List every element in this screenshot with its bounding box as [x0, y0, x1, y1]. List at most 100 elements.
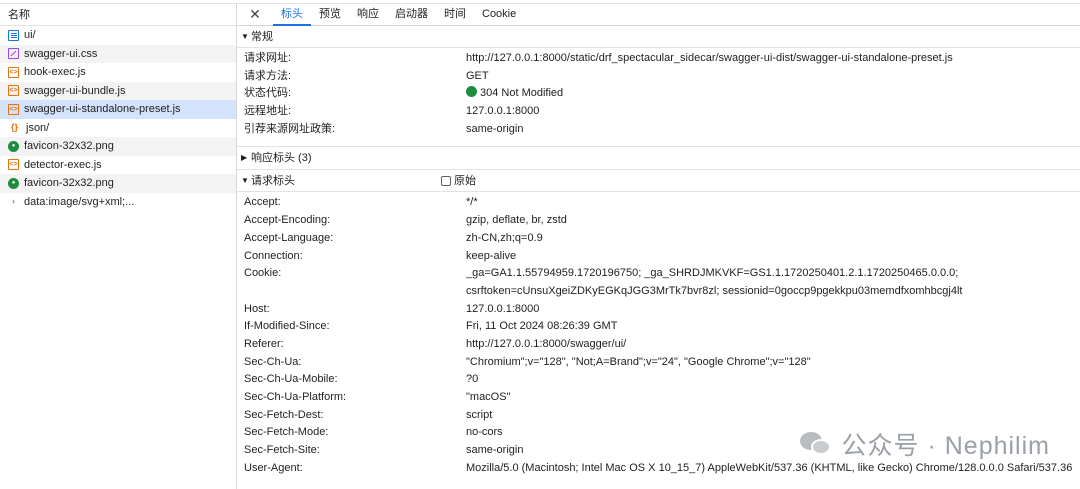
request-headers-section-header[interactable]: ▼ 请求标头 原始	[237, 170, 1080, 193]
request-item[interactable]: <> swagger-ui-bundle.js	[0, 81, 236, 100]
header-key: Sec-Ch-Ua-Mobile:	[244, 373, 338, 386]
header-row: Sec-Ch-Ua-Platform: "macOS"	[237, 389, 1080, 407]
header-value: "macOS"	[466, 391, 511, 404]
header-value: ?0	[466, 373, 479, 386]
request-detail-pane: ✕ 标头 预览 响应 启动器 时间 Cookie ▼ 常规 请求网址: http…	[237, 4, 1080, 489]
header-key: 远程地址:	[244, 105, 292, 118]
header-value: 127.0.0.1:8000	[466, 302, 540, 315]
header-key: Accept-Language:	[244, 231, 334, 244]
header-key: 请求方法:	[244, 69, 292, 82]
checkbox-icon[interactable]	[441, 175, 451, 186]
js-file-icon: <>	[8, 103, 19, 115]
header-key: 请求网址:	[244, 52, 292, 64]
tab-timing[interactable]: 时间	[436, 4, 474, 25]
header-value: http://127.0.0.1:8000/static/drf_spectac…	[466, 52, 953, 64]
header-key: Sec-Ch-Ua-Platform:	[244, 391, 347, 404]
header-value: script	[466, 408, 493, 421]
header-key: Sec-Fetch-Mode:	[244, 426, 329, 439]
header-value: GET	[466, 69, 489, 82]
header-row: Accept: */*	[237, 194, 1080, 212]
header-key: User-Agent:	[244, 461, 303, 474]
header-key: Accept-Encoding:	[244, 214, 331, 227]
general-section-header[interactable]: ▼ 常规	[237, 26, 1080, 48]
header-row: User-Agent: Mozilla/5.0 (Macintosh; Intel…	[237, 460, 1080, 478]
request-item[interactable]: swagger-ui.css	[0, 44, 236, 63]
request-item[interactable]: › data:image/svg+xml;...	[0, 193, 236, 212]
request-item-label: favicon-32x32.png	[24, 140, 114, 152]
status-value: 304 Not Modified	[466, 85, 1080, 103]
css-file-icon	[8, 48, 19, 60]
tab-response[interactable]: 响应	[349, 4, 387, 25]
tab-headers[interactable]: 标头	[273, 4, 311, 26]
header-row: 状态代码: 304 Not Modified	[237, 85, 1080, 103]
response-headers-section-header[interactable]: ▶ 响应标头 (3)	[237, 146, 1080, 171]
header-key: Sec-Ch-Ua:	[244, 355, 302, 368]
header-key: Host:	[244, 302, 270, 315]
section-title: 请求标头	[251, 174, 295, 187]
header-row: 远程地址: 127.0.0.1:8000	[237, 103, 1080, 121]
request-list: 名称 ui/ swagger-ui.css <> hook-exec.js <>…	[0, 4, 237, 489]
json-file-icon: {}	[10, 122, 18, 133]
header-row: Host: 127.0.0.1:8000	[237, 301, 1080, 319]
header-key: Cookie:	[244, 267, 282, 280]
triangle-down-icon: ▼	[241, 175, 249, 185]
header-row: Sec-Ch-Ua-Mobile: ?0	[237, 371, 1080, 389]
header-key: Sec-Fetch-Site:	[244, 444, 320, 457]
header-key: If-Modified-Since:	[244, 320, 330, 333]
watermark: 公众号 · Nephilim	[799, 426, 1050, 462]
watermark-text: 公众号 · Nephilim	[841, 432, 1050, 460]
request-item-label: detector-exec.js	[24, 158, 102, 171]
request-item-label: favicon-32x32.png	[24, 177, 114, 189]
header-value: 127.0.0.1:8000	[466, 105, 540, 118]
request-item[interactable]: ● favicon-32x32.png	[0, 174, 236, 193]
request-item-selected[interactable]: <> swagger-ui-standalone-preset.js	[0, 100, 236, 119]
header-value: _ga=GA1.1.55794959.1720196750; _ga_SHRDJ…	[466, 267, 963, 297]
header-row: Accept-Language: zh-CN,zh;q=0.9	[237, 230, 1080, 248]
header-row: 引荐来源网址政策: same-origin	[237, 121, 1080, 139]
tab-initiator[interactable]: 启动器	[387, 4, 436, 25]
header-row: Sec-Fetch-Dest: script	[237, 407, 1080, 425]
header-row: Sec-Ch-Ua: "Chromium";v="128", "Not;A=Bra…	[237, 354, 1080, 372]
status-ok-icon	[466, 86, 477, 98]
document-icon	[8, 29, 19, 41]
name-column-header[interactable]: 名称	[0, 4, 236, 26]
header-value: same-origin	[466, 122, 524, 135]
header-key: 状态代码:	[244, 87, 292, 100]
header-value: http://127.0.0.1:8000/swagger/ui/	[466, 337, 627, 350]
header-value: gzip, deflate, br, zstd	[466, 214, 567, 227]
request-item[interactable]: <> detector-exec.js	[0, 156, 236, 175]
close-icon[interactable]: ✕	[247, 4, 263, 25]
header-key: Connection:	[244, 249, 303, 262]
request-item-label: hook-exec.js	[24, 66, 86, 78]
header-value: */*	[466, 196, 478, 209]
triangle-down-icon: ▼	[241, 31, 249, 41]
header-row: If-Modified-Since: Fri, 11 Oct 2024 08:26…	[237, 318, 1080, 336]
header-key: Sec-Fetch-Dest:	[244, 408, 324, 421]
js-file-icon: <>	[8, 159, 19, 171]
tab-preview[interactable]: 预览	[311, 4, 349, 25]
request-item-label: swagger-ui-bundle.js	[24, 84, 126, 97]
request-item[interactable]: ● favicon-32x32.png	[0, 137, 236, 156]
header-row: 请求网址: http://127.0.0.1:8000/static/drf_s…	[237, 50, 1080, 68]
request-item-label: swagger-ui.css	[24, 47, 98, 60]
header-row: Referer: http://127.0.0.1:8000/swagger/ui…	[237, 336, 1080, 354]
request-item-label: data:image/svg+xml;...	[24, 195, 135, 208]
detail-tabs: ✕ 标头 预览 响应 启动器 时间 Cookie	[237, 4, 1080, 26]
devtools-network-panel: 名称 ui/ swagger-ui.css <> hook-exec.js <>…	[0, 0, 1080, 489]
js-file-icon: <>	[8, 66, 19, 78]
header-value: Fri, 11 Oct 2024 08:26:39 GMT	[466, 320, 618, 333]
request-item-label: swagger-ui-standalone-preset.js	[24, 103, 181, 115]
tab-cookies[interactable]: Cookie	[474, 4, 524, 25]
header-key: Accept:	[244, 196, 281, 209]
chevron-right-icon[interactable]: ›	[8, 196, 19, 207]
raw-toggle[interactable]: 原始	[441, 170, 476, 192]
request-item[interactable]: <> hook-exec.js	[0, 63, 236, 82]
header-row: 请求方法: GET	[237, 68, 1080, 86]
wechat-logo-icon	[799, 430, 834, 458]
request-item[interactable]: {} json/	[0, 119, 236, 138]
image-file-icon: ●	[8, 140, 19, 152]
request-item[interactable]: ui/	[0, 26, 236, 45]
general-rows: 请求网址: http://127.0.0.1:8000/static/drf_s…	[237, 48, 1080, 138]
header-row: Accept-Encoding: gzip, deflate, br, zstd	[237, 212, 1080, 230]
js-file-icon: <>	[8, 85, 19, 97]
